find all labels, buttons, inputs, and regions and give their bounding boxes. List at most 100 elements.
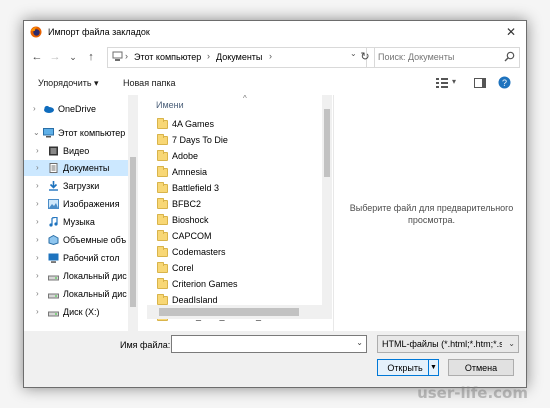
list-item[interactable]: Battlefield 3 bbox=[157, 181, 327, 196]
chevron-right-icon[interactable]: › bbox=[36, 235, 39, 244]
file-list-horizontal-scrollbar[interactable] bbox=[147, 305, 332, 319]
downloads-icon bbox=[49, 181, 58, 191]
search-input[interactable] bbox=[378, 50, 498, 64]
help-icon[interactable]: ? bbox=[498, 76, 511, 89]
sidebar-item-video[interactable]: › Видео bbox=[24, 143, 128, 159]
list-item[interactable]: Criterion Games bbox=[157, 277, 327, 292]
folder-name: BFBC2 bbox=[172, 199, 202, 209]
music-icon bbox=[49, 217, 58, 227]
onedrive-icon bbox=[44, 105, 54, 113]
recent-locations-button[interactable]: ⌄ bbox=[66, 49, 80, 65]
folder-name: Corel bbox=[172, 263, 194, 273]
sidebar-item-this-pc[interactable]: ⌄ Этот компьютер bbox=[24, 125, 128, 141]
folder-icon bbox=[157, 294, 168, 305]
chevron-right-icon[interactable]: › bbox=[36, 181, 39, 190]
nav-pane-scrollbar[interactable] bbox=[128, 95, 138, 331]
horizontal-scroll-thumb[interactable] bbox=[159, 308, 299, 316]
folder-icon bbox=[157, 134, 168, 145]
chevron-down-icon[interactable]: ⌄ bbox=[356, 338, 363, 347]
file-list-scrollbar[interactable] bbox=[322, 95, 332, 305]
sort-ascending-icon: ^ bbox=[243, 94, 247, 103]
chevron-right-icon[interactable]: › bbox=[36, 217, 39, 226]
sidebar-item-documents[interactable]: › Документы bbox=[24, 160, 128, 176]
breadcrumb-separator: › bbox=[207, 51, 210, 61]
folder-icon bbox=[157, 150, 168, 161]
sidebar-item-label: Локальный дис bbox=[63, 289, 127, 299]
sidebar-item-local-disk-1[interactable]: › Локальный дис bbox=[24, 268, 128, 284]
folder-icon bbox=[157, 230, 168, 241]
column-header-name[interactable]: Имени bbox=[156, 100, 184, 110]
list-item[interactable]: BFBC2 bbox=[157, 197, 327, 212]
view-options-icon[interactable] bbox=[436, 78, 448, 88]
folder-icon bbox=[157, 246, 168, 257]
computer-icon bbox=[112, 51, 123, 61]
up-button[interactable]: ↑ bbox=[84, 49, 98, 65]
breadcrumb-separator: › bbox=[125, 51, 128, 61]
drive-icon bbox=[48, 275, 59, 281]
chevron-right-icon[interactable]: › bbox=[33, 104, 36, 113]
sidebar-item-label: Документы bbox=[63, 163, 110, 173]
chevron-right-icon[interactable]: › bbox=[36, 146, 39, 155]
watermark: user-life.com bbox=[417, 384, 528, 402]
folder-name: Bioshock bbox=[172, 215, 209, 225]
desktop-icon bbox=[48, 253, 59, 263]
drive-icon bbox=[48, 293, 59, 299]
sidebar-item-label: Диск (X:) bbox=[63, 307, 100, 317]
folder-icon bbox=[157, 118, 168, 129]
images-icon bbox=[48, 199, 59, 209]
search-box[interactable] bbox=[374, 47, 520, 68]
sidebar-item-downloads[interactable]: › Загрузки bbox=[24, 178, 128, 194]
breadcrumb-this-pc[interactable]: Этот компьютер bbox=[134, 52, 201, 62]
preview-message: Выберите файл для предварительного просм… bbox=[349, 203, 514, 225]
sidebar-item-images[interactable]: › Изображения bbox=[24, 196, 128, 212]
open-button[interactable]: Открыть bbox=[377, 359, 433, 376]
list-item[interactable]: Amnesia bbox=[157, 165, 327, 180]
list-item[interactable]: Adobe bbox=[157, 149, 327, 164]
chevron-right-icon[interactable]: › bbox=[36, 253, 39, 262]
sidebar-item-desktop[interactable]: › Рабочий стол bbox=[24, 250, 128, 266]
filetype-value: HTML-файлы (*.html;*.htm;*.s bbox=[382, 339, 502, 349]
sidebar-item-drive-x[interactable]: › Диск (X:) bbox=[24, 304, 128, 320]
address-bar[interactable]: › Этот компьютер › Документы › bbox=[107, 47, 367, 68]
chevron-down-icon: ⌄ bbox=[508, 339, 515, 348]
cancel-button[interactable]: Отмена bbox=[448, 359, 514, 376]
list-item[interactable]: 4A Games bbox=[157, 117, 327, 132]
sidebar-item-local-disk-2[interactable]: › Локальный дис bbox=[24, 286, 128, 302]
sidebar-item-label: Загрузки bbox=[63, 181, 100, 191]
list-item[interactable]: Codemasters bbox=[157, 245, 327, 260]
close-button[interactable]: ✕ bbox=[496, 21, 526, 43]
navigation-pane: › OneDrive ⌄ Этот компьютер › Видео › До… bbox=[24, 95, 138, 331]
sidebar-item-label: OneDrive bbox=[58, 104, 97, 114]
filename-field[interactable]: ⌄ bbox=[171, 335, 367, 353]
sidebar-item-onedrive[interactable]: › OneDrive bbox=[24, 101, 128, 117]
firefox-icon bbox=[30, 26, 42, 38]
forward-button[interactable]: → bbox=[48, 49, 62, 65]
file-list-scroll-thumb[interactable] bbox=[324, 109, 330, 177]
filetype-select[interactable]: HTML-файлы (*.html;*.htm;*.s ⌄ bbox=[377, 335, 519, 353]
chevron-right-icon[interactable]: › bbox=[36, 271, 39, 280]
list-item[interactable]: CAPCOM bbox=[157, 229, 327, 244]
list-item[interactable]: 7 Days To Die bbox=[157, 133, 327, 148]
list-item[interactable]: Bioshock bbox=[157, 213, 327, 228]
back-button[interactable]: ← bbox=[30, 49, 44, 65]
sidebar-item-label: Этот компьютер bbox=[58, 128, 126, 138]
chevron-right-icon[interactable]: › bbox=[36, 307, 39, 316]
new-folder-button[interactable]: Новая папка bbox=[123, 78, 175, 88]
folder-name: CAPCOM bbox=[172, 231, 212, 241]
view-dropdown-icon[interactable]: ▾ bbox=[452, 77, 456, 86]
open-options-dropdown[interactable]: ▼ bbox=[428, 359, 439, 376]
sidebar-item-music[interactable]: › Музыка bbox=[24, 214, 128, 230]
chevron-right-icon[interactable]: › bbox=[36, 163, 39, 172]
3d-objects-icon bbox=[48, 235, 59, 245]
chevron-down-icon[interactable]: ⌄ bbox=[33, 128, 40, 137]
nav-pane-scroll-thumb[interactable] bbox=[130, 157, 136, 307]
chevron-right-icon[interactable]: › bbox=[36, 289, 39, 298]
refresh-button[interactable]: ↻ bbox=[356, 47, 375, 68]
breadcrumb-documents[interactable]: Документы bbox=[216, 52, 262, 62]
organize-button[interactable]: Упорядочить ▾ bbox=[38, 78, 99, 89]
file-list: ^ Имени 4A Games 7 Days To Die Adobe Amn… bbox=[147, 94, 332, 331]
list-item[interactable]: Corel bbox=[157, 261, 327, 276]
preview-pane-icon[interactable] bbox=[474, 78, 486, 88]
sidebar-item-3d-objects[interactable]: › Объемные объ bbox=[24, 232, 128, 248]
chevron-right-icon[interactable]: › bbox=[36, 199, 39, 208]
